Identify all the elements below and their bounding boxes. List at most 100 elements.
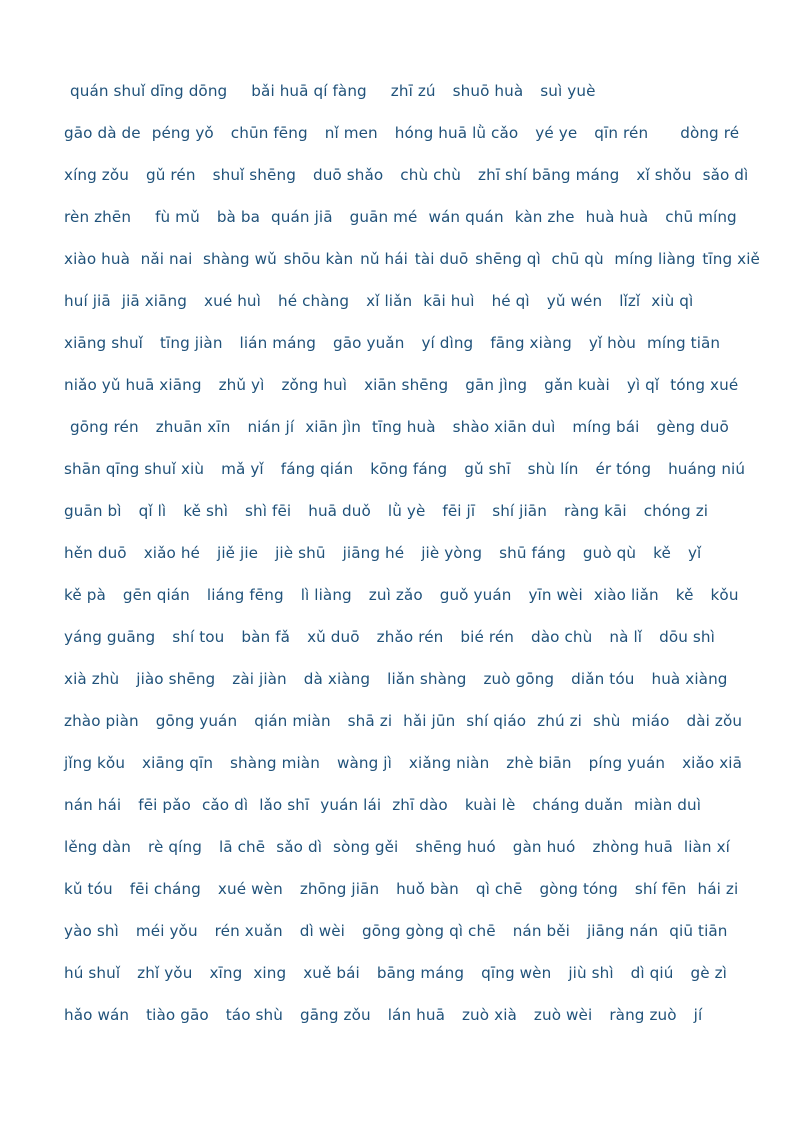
pinyin-word: hǎo wán xyxy=(64,1006,130,1024)
pinyin-word: xiǎo xiā xyxy=(682,754,743,772)
pinyin-word: xing xyxy=(253,964,287,982)
pinyin-word: guǒ yuán xyxy=(439,586,512,604)
pinyin-word: yīn wèi xyxy=(528,586,583,604)
pinyin-word: zài jiàn xyxy=(232,670,287,688)
pinyin-word: míng liàng xyxy=(614,250,696,268)
pinyin-word: yǐ hòu xyxy=(588,334,637,352)
pinyin-word: zhè biān xyxy=(506,754,572,772)
pinyin-word: chù chù xyxy=(400,166,462,184)
pinyin-word: gāo dà de xyxy=(64,124,141,142)
pinyin-word: zhào piàn xyxy=(64,712,139,730)
pinyin-word: jiāng hé xyxy=(342,544,405,562)
pinyin-row: niǎo yǔ huā xiāng zhǔ yì zǒng huì xiān shēn… xyxy=(64,364,760,406)
pinyin-word: kě xyxy=(653,544,671,562)
pinyin-row: xíng zǒu gǔ rén shuǐ shēng duō shǎo chù chù z… xyxy=(64,154,760,196)
pinyin-word: chū míng xyxy=(665,208,737,226)
pinyin-word: zuò gōng xyxy=(483,670,555,688)
pinyin-word: jiào shēng xyxy=(136,670,216,688)
pinyin-word: lán huā xyxy=(387,1006,445,1024)
pinyin-word: huà huà xyxy=(585,208,649,226)
pinyin-word: bāng máng xyxy=(376,964,465,982)
pinyin-word: kě pà xyxy=(64,586,106,604)
pinyin-word: gǎn kuài xyxy=(544,376,610,394)
pinyin-word: gōng yuán xyxy=(155,712,238,730)
pinyin-word: huǒ bàn xyxy=(396,880,459,898)
pinyin-word: hé qì xyxy=(491,292,530,310)
pinyin-word: shàng miàn xyxy=(230,754,320,772)
pinyin-word: xià zhù xyxy=(64,670,120,688)
pinyin-word: qiū tiān xyxy=(669,922,728,940)
pinyin-word: zhǎo rén xyxy=(376,628,444,646)
pinyin-row: gōng rén zhuān xīn nián jí xiān jìn tīng huà… xyxy=(64,406,760,448)
pinyin-word: xiān jìn xyxy=(305,418,362,436)
pinyin-row: xià zhù jiào shēng zài jiàn dà xiàng liǎn sh… xyxy=(64,658,760,700)
pinyin-word: hái zi xyxy=(697,880,739,898)
pinyin-word: jiā xiāng xyxy=(121,292,188,310)
pinyin-word: xiān shēng xyxy=(364,376,449,394)
pinyin-word: lǎo shī xyxy=(259,796,310,814)
pinyin-word: yǐ xyxy=(687,544,702,562)
pinyin-word: yuán lái xyxy=(320,796,382,814)
pinyin-row: xiāng shuǐ tīng jiàn lián máng gāo yuǎn yí d… xyxy=(64,322,760,364)
pinyin-word: liǎn shàng xyxy=(387,670,467,688)
pinyin-word: duō shǎo xyxy=(312,166,384,184)
pinyin-word: lěng dàn xyxy=(64,838,132,856)
pinyin-word: fēi jī xyxy=(442,502,476,520)
pinyin-word: wàng jì xyxy=(336,754,392,772)
pinyin-word: miàn duì xyxy=(633,796,702,814)
pinyin-word: suì yuè xyxy=(540,82,596,100)
pinyin-word: zhī shí bāng máng xyxy=(478,166,620,184)
pinyin-row: lěng dàn rè qíng lā chē sǎo dì sòng gěi shēng… xyxy=(64,826,760,868)
pinyin-word: shōu kàn xyxy=(283,250,354,268)
pinyin-word: xiāng shuǐ xyxy=(64,334,143,352)
pinyin-word: huà xiàng xyxy=(651,670,728,688)
pinyin-word: shì fēi xyxy=(245,502,292,520)
pinyin-word: dà xiàng xyxy=(303,670,371,688)
pinyin-word: tóng xué xyxy=(670,376,739,394)
pinyin-word: mǎ yǐ xyxy=(221,460,264,478)
pinyin-word: shū fáng xyxy=(499,544,566,562)
pinyin-word: xīng xyxy=(209,964,243,982)
pinyin-word: shù xyxy=(593,712,621,730)
pinyin-word: qīng wèn xyxy=(481,964,552,982)
pinyin-word: gāo yuǎn xyxy=(333,334,405,352)
pinyin-row: jǐng kǒu xiāng qīn shàng miàn wàng jì xiǎng … xyxy=(64,742,760,784)
pinyin-word: shào xiān duì xyxy=(452,418,556,436)
pinyin-word: qián miàn xyxy=(254,712,331,730)
pinyin-word: xiǎo hé xyxy=(143,544,200,562)
pinyin-word: zuò xià xyxy=(461,1006,517,1024)
pinyin-row: nán hái fēi pǎo cǎo dì lǎo shī yuán lái zhī d… xyxy=(64,784,760,826)
pinyin-word: zhī zú xyxy=(390,82,436,100)
pinyin-row: kě pà gēn qián liáng fēng lì liàng zuì zǎo gu… xyxy=(64,574,760,616)
pinyin-word: sǎo dì xyxy=(702,166,749,184)
pinyin-word: shí jiān xyxy=(492,502,547,520)
pinyin-row: gāo dà de péng yǒ chūn fēng nǐ men hóng huā … xyxy=(64,112,760,154)
pinyin-word: lǜ yè xyxy=(387,502,426,520)
pinyin-word: nán hái xyxy=(64,796,122,814)
pinyin-word: quán shuǐ dīng dōng xyxy=(70,82,228,100)
pinyin-word: jiè yòng xyxy=(421,544,483,562)
pinyin-word: niǎo yǔ huā xiāng xyxy=(64,376,202,394)
pinyin-word: xǐ shǒu xyxy=(636,166,692,184)
pinyin-word: gāng zǒu xyxy=(300,1006,371,1024)
pinyin-word: dào chù xyxy=(531,628,593,646)
pinyin-row: hěn duō xiǎo hé jiě jie jiè shū jiāng hé jiè … xyxy=(64,532,760,574)
pinyin-word: yǔ wén xyxy=(546,292,603,310)
pinyin-word: guān mé xyxy=(349,208,418,226)
pinyin-word: zuì zǎo xyxy=(368,586,423,604)
pinyin-word: zhǔ yì xyxy=(218,376,265,394)
pinyin-word: jiāng nán xyxy=(586,922,659,940)
pinyin-word: hěn duō xyxy=(64,544,127,562)
pinyin-word: dòng ré xyxy=(680,124,740,142)
pinyin-word: rè qíng xyxy=(148,838,202,856)
pinyin-row: huí jiā jiā xiāng xué huì hé chàng xǐ liǎn kā… xyxy=(64,280,760,322)
pinyin-word: jǐng kǒu xyxy=(64,754,126,772)
pinyin-word: shān qīng shuǐ xiù xyxy=(64,460,205,478)
pinyin-word: rén xuǎn xyxy=(214,922,283,940)
pinyin-word: gè zì xyxy=(690,964,727,982)
pinyin-word: tài duō xyxy=(414,250,469,268)
pinyin-word: kǒu xyxy=(710,586,739,604)
pinyin-row: rèn zhēn fù mǔ bà ba quán jiā guān mé wán quá… xyxy=(64,196,760,238)
pinyin-word: lǐzǐ xyxy=(619,292,641,310)
pinyin-word: gǔ shī xyxy=(464,460,511,478)
